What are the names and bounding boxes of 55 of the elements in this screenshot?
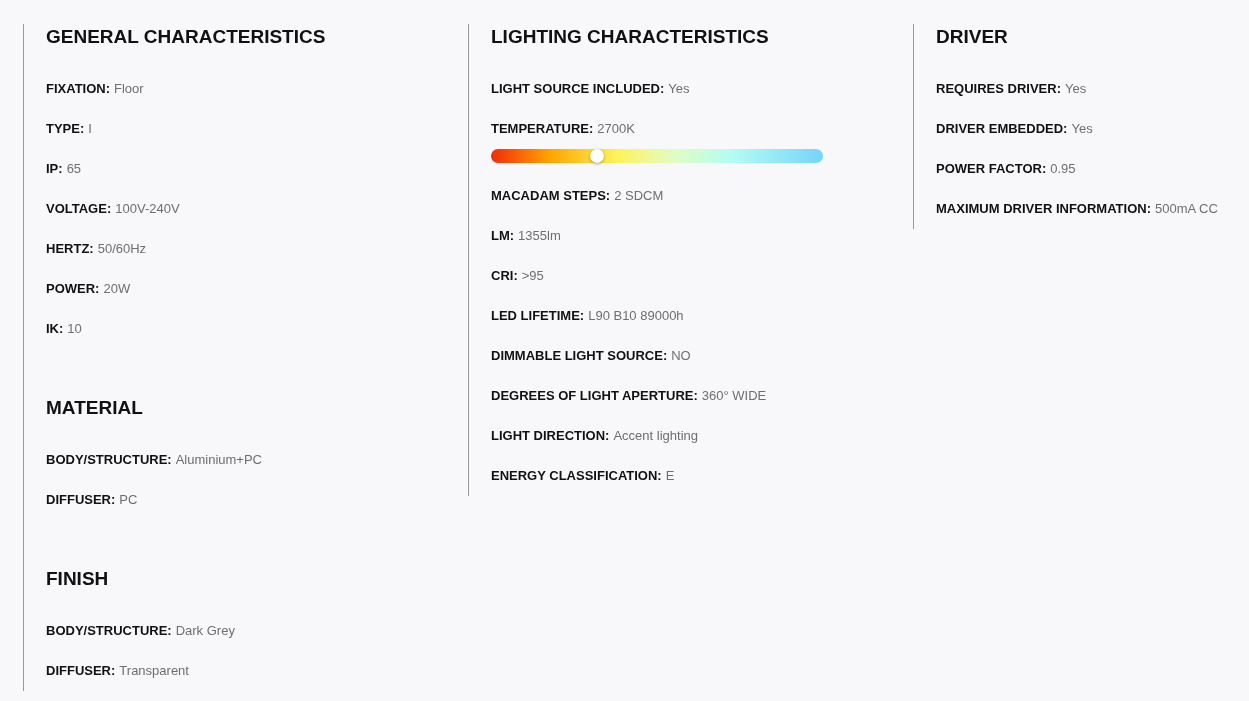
spec-label: POWER: [46,281,100,296]
spec-value: Transparent [119,663,189,678]
spec-label: CRI: [491,268,518,283]
spec-label: LM: [491,228,515,243]
spec-label: REQUIRES DRIVER: [936,81,1061,96]
spec-value: NO [671,348,691,363]
spec-value: Yes [668,81,690,96]
spec-label: VOLTAGE: [46,201,112,216]
spec-value: Floor [114,81,144,96]
spec-value: I [88,121,92,136]
spec-value: 10 [67,321,82,336]
spec-value: 2700K [597,121,635,136]
spec-value: Aluminium+PC [175,452,262,467]
spec-value: L90 B10 89000h [588,308,684,323]
spec-label: BODY/STRUCTURE: [46,623,172,638]
spec-value: 360° WIDE [701,388,767,403]
spec-label: DIMMABLE LIGHT SOURCE: [491,348,668,363]
spec-label: LED LIFETIME: [491,308,585,323]
spec-label: DIFFUSER: [46,492,116,507]
section-heading: LIGHTING CHARACTERISTICS [491,25,770,49]
spec-value: Yes [1071,121,1093,136]
spec-value: 20W [103,281,131,296]
spec-label: HERTZ: [46,241,94,256]
spec-label: LIGHT SOURCE INCLUDED: [491,81,665,96]
spec-label: FIXATION: [46,81,111,96]
spec-label: TEMPERATURE: [491,121,594,136]
spec-label: BODY/STRUCTURE: [46,452,172,467]
spec-label: IK: [46,321,64,336]
spec-label: MACADAM STEPS: [491,188,611,203]
spec-label: DEGREES OF LIGHT APERTURE: [491,388,698,403]
spec-value: 500mA CC [1154,201,1218,216]
spec-label: ENERGY CLASSIFICATION: [491,468,662,483]
spec-value: 2 SDCM [614,188,664,203]
spec-label: MAXIMUM DRIVER INFORMATION: [936,201,1151,216]
spec-label: DRIVER EMBEDDED: [936,121,1068,136]
section-heading: FINISH [46,567,110,591]
spec-label: DIFFUSER: [46,663,116,678]
spec-value: E [665,468,675,483]
spec-value: 1355lm [518,228,561,243]
section-heading: DRIVER [936,25,1009,49]
spec-label: IP: [46,161,63,176]
spec-value: Dark Grey [175,623,235,638]
section-heading: GENERAL CHARACTERISTICS [46,25,327,49]
spec-value: Accent lighting [613,428,698,443]
spec-label: LIGHT DIRECTION: [491,428,610,443]
spec-value: 65 [66,161,82,176]
spec-value: 50/60Hz [97,241,147,256]
spec-label: POWER FACTOR: [936,161,1047,176]
spec-value: PC [119,492,138,507]
spec-label: TYPE: [46,121,85,136]
spec-value: Yes [1064,81,1087,96]
spec-value: >95 [521,268,544,283]
spec-value: 0.95 [1050,161,1076,176]
spec-value: 100V-240V [115,201,180,216]
section-heading: MATERIAL [46,396,144,420]
